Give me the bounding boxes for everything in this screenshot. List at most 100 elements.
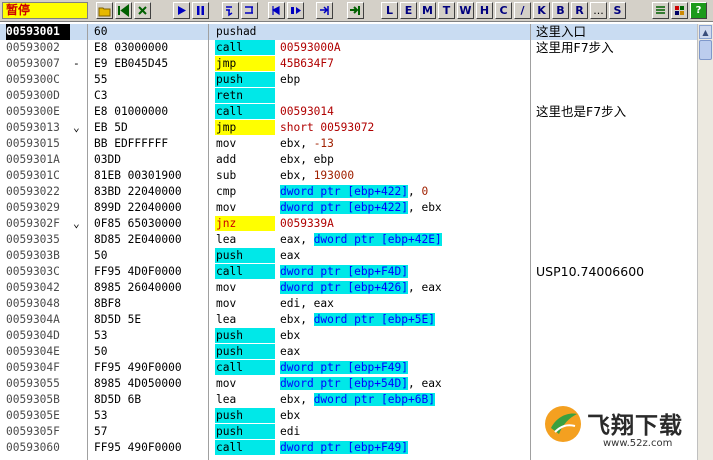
code-row[interactable]: 00593013 ⌄ EB 5D jmp short 00593072 [0,120,698,136]
code-row[interactable]: 00593007- E9 EB045D45 jmp 45B634F7 [0,56,698,72]
scroll-up-arrow-icon[interactable]: ▲ [699,25,712,39]
restart-button[interactable] [115,2,132,19]
trace-into-button[interactable] [268,2,285,19]
hex-dump-cell: 8BF8 [94,297,121,310]
code-row[interactable]: 0059304E 50 push eax [0,344,698,360]
code-row[interactable]: 0059304D 53 push ebx [0,328,698,344]
close-icon [138,6,147,15]
mnemonic-cell: cmp [216,185,237,198]
code-row[interactable]: 0059300D C3 retn [0,88,698,104]
hex-dump-cell: FF95 490F0000 [94,441,182,454]
window-button-slash[interactable]: / [514,2,531,19]
step-over-icon [245,6,253,14]
mnemonic-cell: add [216,153,237,166]
window-button-t[interactable]: T [438,2,455,19]
step-into-button[interactable] [222,2,239,19]
trace-over-button[interactable] [287,2,304,19]
list-button[interactable] [652,2,669,19]
scroll-thumb[interactable] [699,40,712,60]
operand-text: , eax [407,281,442,294]
code-row[interactable]: 00593042 8985 26040000 mov dword ptr [ebp+4… [0,280,698,296]
operand-text: , eax [407,377,442,390]
code-row[interactable]: 0059303B 50 push eax [0,248,698,264]
hex-dump-cell: E8 01000000 [94,105,169,118]
mnemonic-cell: sub [216,169,237,182]
code-row[interactable]: 00593015 BB EDFFFFFF mov ebx, -13 [0,136,698,152]
memory-operand: dword ptr [ebp+F4D] [280,265,408,278]
mnemonic-cell: push [215,248,275,263]
window-button-s[interactable]: S [609,2,626,19]
code-row[interactable]: 0059300E E8 01000000 call 00593014 这里也是F7步入 [0,104,698,120]
mnemonic-cell: pushad [216,25,257,38]
toolbar-group [268,2,306,19]
open-button[interactable] [96,2,113,19]
code-row[interactable]: 00593002 E8 03000000 call 00593000A 这里用F7步入 [0,40,698,56]
code-row[interactable]: 0059301A 03DD add ebx, ebp [0,152,698,168]
mnemonic-cell: call [215,104,275,119]
address-cell: 00593015 [6,137,60,150]
code-row[interactable]: 00593035 8D85 2E040000 lea eax, dword ptr [… [0,232,698,248]
window-button-k[interactable]: K [533,2,550,19]
code-row[interactable]: 00593022 83BD 22040000 cmp dword ptr [ebp+4… [0,184,698,200]
grid-button[interactable] [671,2,688,19]
code-row[interactable]: 00593055 8985 4D050000 mov dword ptr [ebp+5… [0,376,698,392]
operand-text: 45B634F7 [280,57,334,70]
mnemonic-cell: call [215,440,275,455]
mnemonic-cell: mov [216,281,237,294]
help-button[interactable]: ? [690,2,707,19]
toolbar: 暂停 L E M T W H C / K B R... S ? [0,0,713,22]
operands-cell: edi, eax [280,296,530,312]
window-button-b[interactable]: B [552,2,569,19]
operand-text: short 00593072 [280,121,375,134]
window-button-m[interactable]: M [419,2,436,19]
disassembly-pane[interactable]: 00593001 60 pushad 这里入口 00593002 E8 03000000 c… [0,24,698,460]
close-button[interactable] [134,2,151,19]
window-letter-buttons: L E M T W H C / K B R... S [381,2,628,19]
hex-dump-cell: FF95 490F0000 [94,361,182,374]
operand-text: ebx, [280,169,314,182]
execute-till-return-button[interactable] [316,2,333,19]
operand-text: , ebx [407,201,442,214]
step-over-button[interactable] [241,2,258,19]
window-button-r[interactable]: R [571,2,588,19]
window-button-w[interactable]: W [457,2,474,19]
window-button-l[interactable]: L [381,2,398,19]
run-button[interactable] [173,2,190,19]
code-row[interactable]: 0059302F ⌄ 0F85 65030000 jnz 0059339A [0,216,698,232]
code-row[interactable]: 00593048 8BF8 mov edi, eax [0,296,698,312]
go-to-icon [350,6,360,15]
hex-dump-cell: 8985 4D050000 [94,377,182,390]
code-row[interactable]: 00593001 60 pushad 这里入口 [0,24,698,40]
operand-text: , [407,185,422,198]
window-button-c[interactable]: C [495,2,512,19]
address-cell: 0059303C [6,265,60,278]
operands-cell: dword ptr [ebp+F49] [280,360,530,376]
code-row[interactable]: 0059303C FF95 4D0F0000 call dword ptr [ebp+… [0,264,698,280]
code-row[interactable]: 00593029 899D 22040000 mov dword ptr [ebp+4… [0,200,698,216]
code-row[interactable]: 0059301C 81EB 00301900 sub ebx, 193000 [0,168,698,184]
vertical-scrollbar[interactable]: ▲ [697,24,713,460]
step-into-icon [226,6,233,17]
go-to-button[interactable] [347,2,364,19]
window-button-e[interactable]: E [400,2,417,19]
code-row[interactable]: 0059304A 8D5D 5E lea ebx, dword ptr [ebp+5E… [0,312,698,328]
toolbar-group [173,2,211,19]
operands-cell: 45B634F7 [280,56,530,72]
operands-cell: ebx [280,408,530,424]
pause-button[interactable] [192,2,209,19]
mnemonic-cell: push [215,408,275,423]
address-cell: 00593055 [6,377,60,390]
window-button-h[interactable]: H [476,2,493,19]
operands-cell: dword ptr [ebp+F4D] [280,264,530,280]
operands-cell: dword ptr [ebp+54D], eax [280,376,530,392]
window-button-more[interactable]: ... [590,2,607,19]
operands-cell: eax, dword ptr [ebp+42E] [280,232,530,248]
memory-operand: dword ptr [ebp+422] [280,185,408,198]
code-row[interactable]: 0059300C 55 push ebp [0,72,698,88]
hex-dump-cell: 57 [94,425,108,438]
code-row[interactable]: 0059304F FF95 490F0000 call dword ptr [ebp+… [0,360,698,376]
hex-dump-cell: 81EB 00301900 [94,169,182,182]
operand-text: ebx, [280,137,314,150]
watermark-text: 飞翔下载 [587,413,683,439]
status-indicator: 暂停 [2,2,88,19]
